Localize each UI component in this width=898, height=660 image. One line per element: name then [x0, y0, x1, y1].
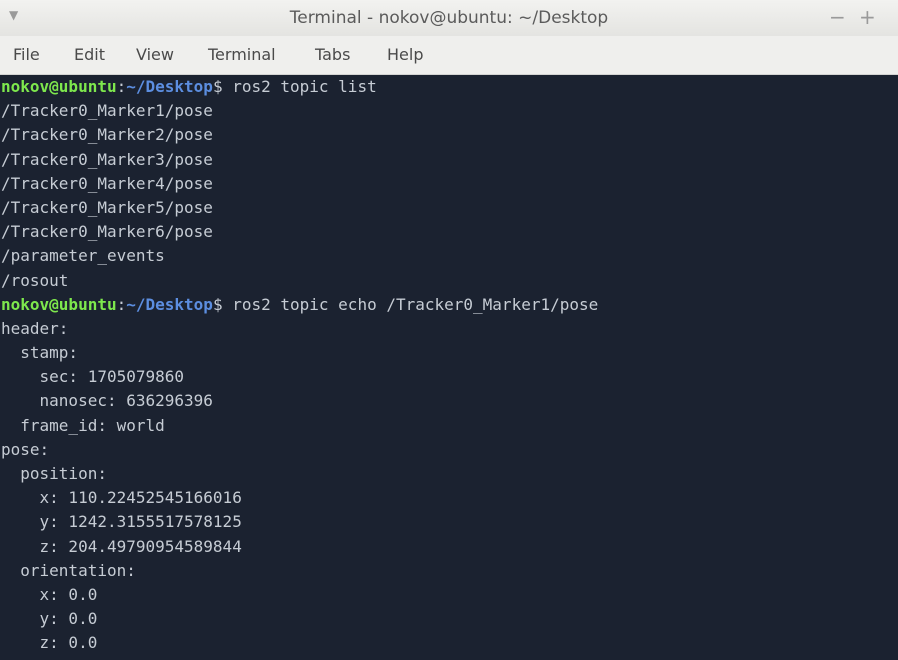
menu-file[interactable]: File — [13, 36, 40, 74]
menu-edit[interactable]: Edit — [74, 36, 105, 74]
output-line: stamp: — [1, 343, 79, 363]
output-line: /Tracker0_Marker6/pose — [1, 222, 213, 242]
maximize-icon[interactable]: + — [859, 3, 876, 31]
output-line: x: 0.0 — [1, 584, 98, 604]
prompt-dollar: $ — [212, 294, 223, 314]
output-line: orientation: — [1, 560, 136, 580]
output-line: /Tracker0_Marker3/pose — [1, 149, 213, 169]
output-line: /rosout — [1, 270, 69, 290]
output-line: sec: 1705079860 — [1, 367, 185, 387]
menu-bar: File Edit View Terminal Tabs Help — [0, 36, 898, 75]
title-bar[interactable]: ▼ Terminal - nokov@ubuntu: ~/Desktop − + — [0, 0, 898, 36]
prompt-user-host: nokov@ubuntu — [1, 77, 117, 96]
prompt-path: ~/Desktop — [126, 294, 213, 314]
terminal-output[interactable]: nokov@ubuntu:~/Desktop$ ros2 topic list /… — [0, 75, 898, 660]
output-line: nanosec: 636296396 — [1, 391, 213, 411]
menu-terminal[interactable]: Terminal — [208, 36, 276, 74]
output-line: position: — [1, 464, 107, 483]
output-line: header: — [1, 318, 69, 338]
output-line: z: 204.49790954589844 — [1, 536, 242, 556]
menu-view[interactable]: View — [136, 36, 174, 74]
output-line: /Tracker0_Marker4/pose — [1, 173, 213, 193]
output-line: /Tracker0_Marker2/pose — [1, 125, 213, 145]
prompt-path: ~/Desktop — [126, 77, 213, 96]
prompt-colon: : — [116, 294, 127, 314]
output-line: /Tracker0_Marker1/pose — [1, 101, 213, 121]
menu-tabs[interactable]: Tabs — [315, 36, 350, 74]
command-text: ros2 topic echo /Tracker0_Marker1/pose — [222, 294, 599, 314]
prompt-colon: : — [116, 77, 127, 96]
prompt-line: nokov@ubuntu:~/Desktop$ ros2 topic echo … — [0, 293, 898, 317]
prompt-line: nokov@ubuntu:~/Desktop$ ros2 topic list — [0, 75, 898, 99]
output-line: pose: — [1, 439, 50, 459]
prompt-user-host: nokov@ubuntu — [1, 294, 117, 314]
output-line: x: 110.22452545166016 — [1, 488, 242, 508]
output-line: /parameter_events — [1, 246, 165, 266]
output-line: y: 1242.3155517578125 — [1, 512, 242, 532]
output-line: y: 0.0 — [1, 609, 98, 629]
output-line: z: 0.0 — [1, 633, 98, 653]
prompt-dollar: $ — [212, 77, 223, 96]
terminal-window: ▼ Terminal - nokov@ubuntu: ~/Desktop − +… — [0, 0, 898, 660]
command-text: ros2 topic list — [222, 77, 377, 96]
window-title: Terminal - nokov@ubuntu: ~/Desktop — [289, 8, 609, 28]
output-line: frame_id: world — [1, 415, 165, 435]
menu-help[interactable]: Help — [387, 36, 423, 74]
minimize-icon[interactable]: − — [829, 3, 846, 31]
output-line: /Tracker0_Marker5/pose — [1, 197, 213, 217]
